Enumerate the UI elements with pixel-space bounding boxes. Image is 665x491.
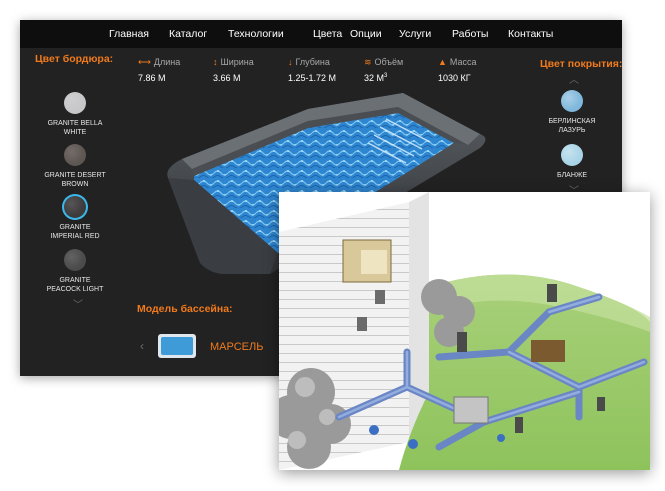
nav-item-8[interactable]: Контакты [508, 28, 553, 40]
border-scroll-down-icon[interactable]: ﹀ [73, 301, 83, 311]
coating-swatch-label: БЛАНЖЕ [532, 171, 612, 180]
nav-item-1[interactable]: Главная [109, 28, 149, 40]
stat-length-label: ⟷ Длина [138, 57, 180, 68]
border-swatch-label: GRANITE BELLA WHITE [35, 119, 115, 137]
border-swatch-2[interactable] [64, 144, 86, 166]
stat-width-value: 3.66 М [213, 73, 241, 83]
border-swatch-label: GRANITE PEACOCK LIGHT [35, 276, 115, 294]
stat-label-text: Объём [374, 57, 404, 67]
coating-swatch-2[interactable] [561, 144, 583, 166]
irrigation-illustration [279, 192, 650, 470]
nav-item-2[interactable]: Каталог [169, 28, 207, 40]
nav-item-7[interactable]: Работы [452, 28, 488, 40]
pool-model-name[interactable]: МАРСЕЛЬ [210, 341, 263, 353]
stat-value-text: 3.66 М [213, 73, 241, 83]
stat-value-superscript: 3 [384, 73, 388, 79]
volume-icon: ≋ [364, 57, 372, 67]
weight-icon: ▲ [438, 57, 447, 67]
stat-value-text: 32 М [364, 73, 385, 83]
stat-width-label: ↕ Ширина [213, 57, 254, 67]
border-swatch-label-line: IMPERIAL RED [50, 233, 100, 240]
border-swatch-label-line: GRANITE [59, 277, 91, 284]
border-swatch-label: GRANITE IMPERIAL RED [35, 223, 115, 241]
border-swatch-label: GRANITE DESERT BROWN [35, 171, 115, 189]
border-swatch-4[interactable] [64, 249, 86, 271]
stat-volume-label: ≋ Объём [364, 57, 403, 68]
stat-label-text: Глубина [295, 57, 330, 67]
coating-swatch-label: БЕРЛИНСКАЯ ЛАЗУРЬ [532, 117, 612, 135]
length-icon: ⟷ [138, 57, 151, 67]
width-icon: ↕ [213, 57, 218, 67]
border-swatch-selected[interactable] [64, 196, 86, 218]
nav-item-5[interactable]: Опции [350, 28, 382, 40]
border-swatch-label-line: PEACOCK LIGHT [46, 286, 104, 293]
border-swatch-1[interactable] [64, 92, 86, 114]
border-swatch-label-line: GRANITE BELLA [47, 120, 103, 127]
pool-model-title: Модель бассейна: [137, 303, 233, 315]
stat-weight-value: 1030 КГ [438, 73, 471, 83]
stat-volume-value: 32 М3 [364, 73, 387, 83]
border-swatch-label-line: GRANITE DESERT [44, 172, 106, 179]
stat-value-text: 7.86 М [138, 73, 166, 83]
pool-model-thumbnail[interactable] [157, 333, 197, 359]
coating-color-title: Цвет покрытия: [540, 58, 622, 70]
nav-item-4[interactable]: Цвета [313, 28, 342, 40]
stat-depth-label: ↓ Глубина [288, 57, 330, 67]
border-swatch-label-line: WHITE [63, 129, 87, 136]
stat-label-text: Длина [153, 57, 181, 67]
nav-item-6[interactable]: Услуги [399, 28, 431, 40]
top-nav: Главная Каталог Технологии Цвета Опции Услуги… [20, 20, 622, 48]
depth-icon: ↓ [288, 57, 293, 67]
stat-value-text: 1030 КГ [438, 73, 471, 83]
stat-value-text: 1.25-1.72 М [288, 73, 337, 83]
stat-label-text: Ширина [220, 57, 254, 67]
coating-swatch-1[interactable] [561, 90, 583, 112]
stat-label-text: Масса [449, 57, 477, 67]
model-prev-arrow-icon[interactable]: ‹ [140, 340, 144, 352]
border-swatch-label-line: BROWN [61, 181, 89, 188]
border-swatch-label-line: GRANITE [59, 224, 91, 231]
coating-swatch-label-line: ЛАЗУРЬ [558, 127, 586, 134]
stat-length-value: 7.86 М [138, 73, 166, 83]
coating-swatch-label-line: БЕРЛИНСКАЯ [548, 118, 596, 125]
coating-swatch-label-line: БЛАНЖЕ [556, 172, 588, 179]
stat-weight-label: ▲ Масса [438, 57, 477, 67]
stat-depth-value: 1.25-1.72 М [288, 73, 336, 83]
nav-item-3[interactable]: Технологии [228, 28, 284, 40]
border-color-title: Цвет бордюра: [35, 53, 114, 65]
coating-scroll-up-icon[interactable]: ︿ [569, 76, 579, 86]
